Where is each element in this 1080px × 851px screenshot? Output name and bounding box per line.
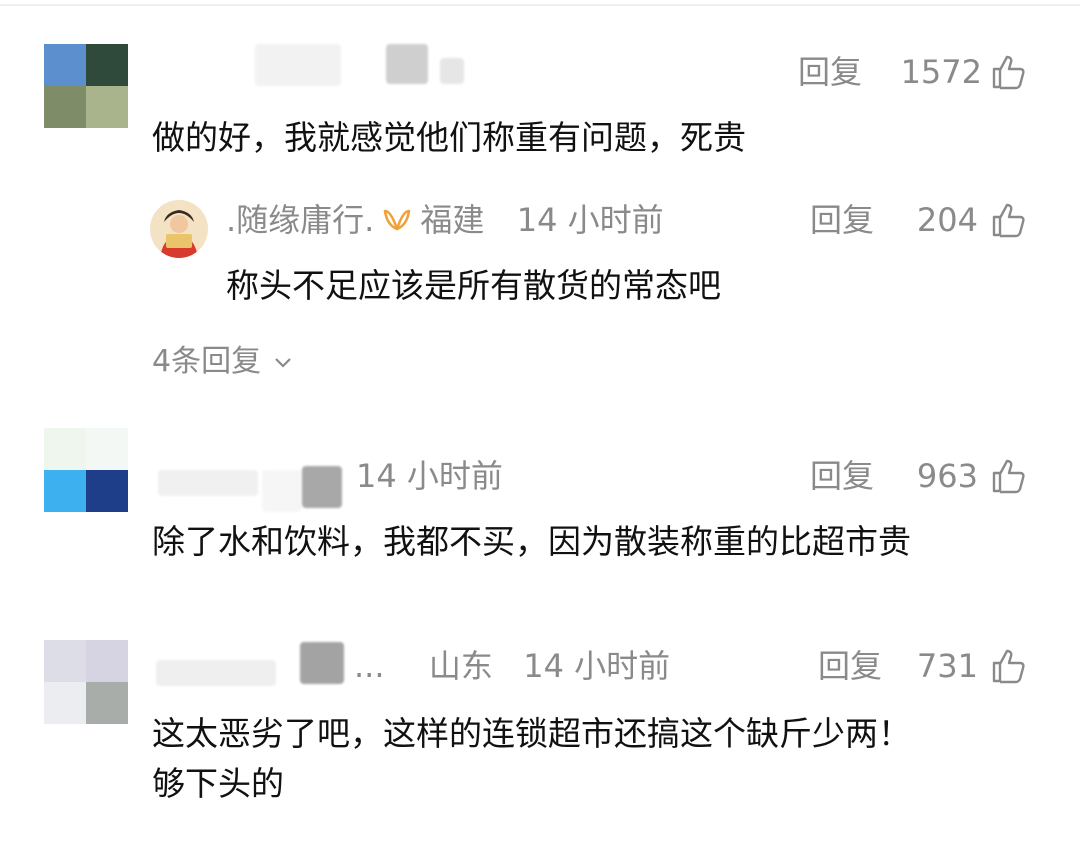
reply-button[interactable]: 回复 [798,52,862,92]
timestamp: 14 小时前 [516,201,664,239]
more-replies-label: 4条回复 [152,344,262,379]
avatar-tile [44,428,86,470]
avatar-tile [86,470,128,512]
avatar-tile [86,44,128,86]
username-obscured [300,642,344,684]
avatar-tile [86,682,128,724]
timestamp: 14 小时前 [356,457,503,495]
reply-text: 称头不足应该是所有散货的常态吧 [226,266,721,305]
username-obscured [302,466,342,508]
avatar-tile [86,86,128,128]
username-obscured[interactable] [158,470,258,496]
avatar-tile [86,640,128,682]
comment-text: 做的好，我就感觉他们称重有问题，死贵 [152,118,746,157]
thumbs-up-icon[interactable] [990,202,1026,238]
avatar[interactable] [150,200,208,258]
username-suffix: ... [354,647,385,685]
comment-text: 除了水和饮料，我都不买，因为散装称重的比超市贵 [152,522,911,561]
avatar[interactable] [44,428,128,512]
comment-text-line-1: 这太恶劣了吧，这样的连锁超市还搞这个缺斤少两！ [152,714,911,753]
comment-text-line-2: 够下头的 [152,764,284,803]
like-count: 963 [916,457,978,495]
avatar[interactable] [44,44,128,128]
reply-username[interactable]: .随缘庸行. 福建 14 小时前 [226,200,664,240]
avatar[interactable] [44,640,128,724]
comment-meta: ... 山东 14 小时前 [354,646,670,686]
avatar-tile [44,682,86,724]
like-count: 731 [916,647,978,685]
location: 福建 [420,201,485,239]
username-obscured[interactable] [386,44,428,84]
username-obscured[interactable] [156,660,276,686]
like-count: 1572 [900,53,982,91]
username-obscured [440,58,464,84]
username-obscured[interactable] [255,44,341,86]
avatar-tile [44,470,86,512]
avatar-tile [44,86,86,128]
thumbs-up-icon[interactable] [990,648,1026,684]
avatar-tile [44,640,86,682]
more-replies-link[interactable]: 4条回复 [152,342,295,382]
thumbs-up-icon[interactable] [990,54,1026,90]
vip-badge-icon [384,209,411,231]
avatar-image [150,200,208,258]
avatar-tile [44,44,86,86]
avatar-tile [86,428,128,470]
username[interactable]: .随缘庸行. [226,201,374,239]
timestamp: 14 小时前 [523,647,671,685]
top-divider [0,4,1080,6]
thumbs-up-icon[interactable] [990,458,1026,494]
like-count: 204 [916,201,978,239]
chevron-down-icon [274,358,291,368]
location: 山东 [428,647,493,685]
username-obscured[interactable] [262,470,302,512]
